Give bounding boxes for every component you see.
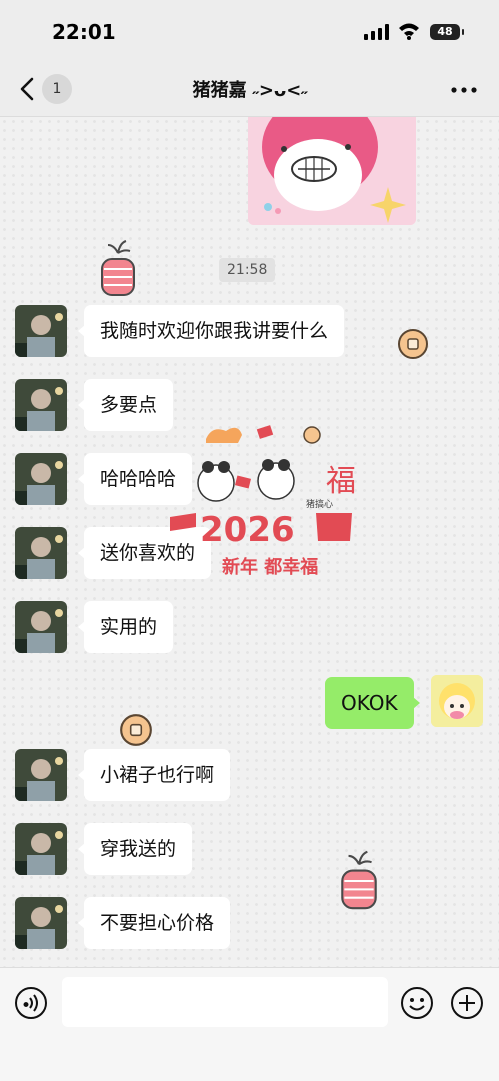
- chat-message-list[interactable]: 21:58 我随时欢迎你跟我讲要什么 多要点 哈哈哈哈 送你喜欢的 实用的 OK…: [0, 117, 499, 967]
- outgoing-message-bubble[interactable]: OKOK: [325, 677, 420, 729]
- incoming-message-bubble[interactable]: 我随时欢迎你跟我讲要什么: [77, 305, 345, 357]
- status-time: 22:01: [52, 20, 116, 44]
- sticker-slogan: 新年 都幸福: [222, 556, 318, 578]
- incoming-message-bubble[interactable]: 送你喜欢的: [77, 527, 212, 579]
- incoming-message-bubble[interactable]: 实用的: [77, 601, 174, 653]
- voice-icon[interactable]: [14, 986, 48, 1020]
- wifi-icon: [399, 23, 419, 40]
- input-toolbar: [0, 967, 499, 1081]
- my-avatar[interactable]: [431, 675, 483, 727]
- chat-header: 1 猪猪嘉 ˶>ᴗ<˶: [0, 62, 499, 117]
- firecracker-icon: [101, 240, 135, 296]
- incoming-message-bubble[interactable]: 多要点: [77, 379, 174, 431]
- back-icon[interactable]: [18, 76, 38, 102]
- incoming-message-bubble[interactable]: 哈哈哈哈: [77, 453, 193, 505]
- more-icon[interactable]: [448, 80, 480, 100]
- contact-avatar[interactable]: [15, 453, 67, 505]
- battery-icon: 48: [430, 24, 464, 40]
- contact-avatar[interactable]: [15, 601, 67, 653]
- fu-character: 福: [326, 464, 356, 499]
- plus-icon[interactable]: [450, 986, 484, 1020]
- contact-avatar[interactable]: [15, 379, 67, 431]
- signal-icon: [364, 24, 389, 40]
- contact-avatar[interactable]: [15, 305, 67, 357]
- message-input[interactable]: [62, 977, 388, 1027]
- status-bar: 22:01 48: [0, 0, 499, 62]
- sticker-message[interactable]: [248, 117, 416, 225]
- incoming-message-bubble[interactable]: 穿我送的: [77, 823, 193, 875]
- contact-avatar[interactable]: [15, 527, 67, 579]
- chat-title[interactable]: 猪猪嘉 ˶>ᴗ<˶: [120, 76, 380, 102]
- contact-avatar[interactable]: [15, 749, 67, 801]
- sticker-year: 2026: [200, 510, 295, 550]
- coin-icon: [120, 714, 152, 746]
- coin-icon: [398, 329, 428, 359]
- sticker-image: [248, 117, 416, 225]
- firecracker-icon: [341, 850, 377, 910]
- contact-avatar[interactable]: [15, 897, 67, 949]
- unread-count-badge[interactable]: 1: [42, 74, 72, 104]
- incoming-message-bubble[interactable]: 不要担心价格: [77, 897, 231, 949]
- incoming-message-bubble[interactable]: 小裙子也行啊: [77, 749, 231, 801]
- contact-avatar[interactable]: [15, 823, 67, 875]
- message-timestamp: 21:58: [219, 258, 276, 282]
- sticker-small-label: 猪搞心: [306, 498, 333, 510]
- emoji-icon[interactable]: [400, 986, 434, 1020]
